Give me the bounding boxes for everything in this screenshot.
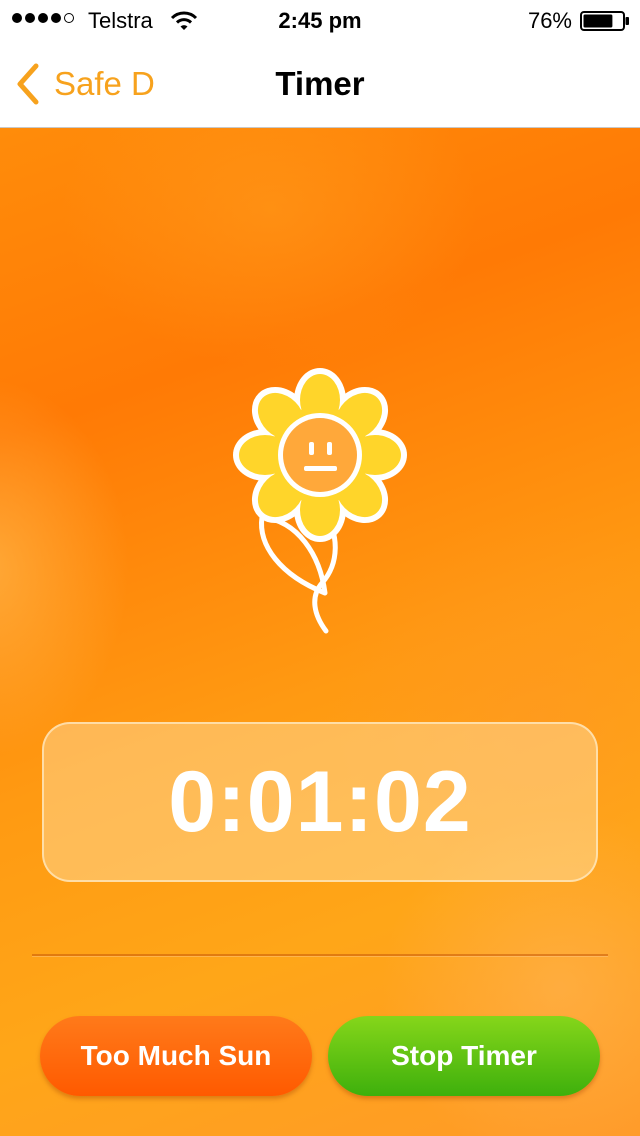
elapsed-time: 0:01:02 [168,754,472,850]
too-much-sun-button[interactable]: Too Much Sun [40,1016,312,1096]
navigation-bar: Safe D Timer [0,40,640,128]
timer-display: 0:01:02 [42,722,598,882]
background-glow [0,378,130,758]
battery-icon [580,11,629,31]
page-title: Timer [275,65,365,102]
background-glow [60,128,480,368]
timer-screen: 0:01:02 Too Much Sun Stop Timer [0,128,640,1136]
neutral-face-flower-icon [233,368,407,634]
divider [32,954,608,956]
stop-timer-button[interactable]: Stop Timer [328,1016,600,1096]
status-bar: Telstra 2:45 pm 76% [0,0,640,40]
battery-percentage: 76% [527,8,572,33]
